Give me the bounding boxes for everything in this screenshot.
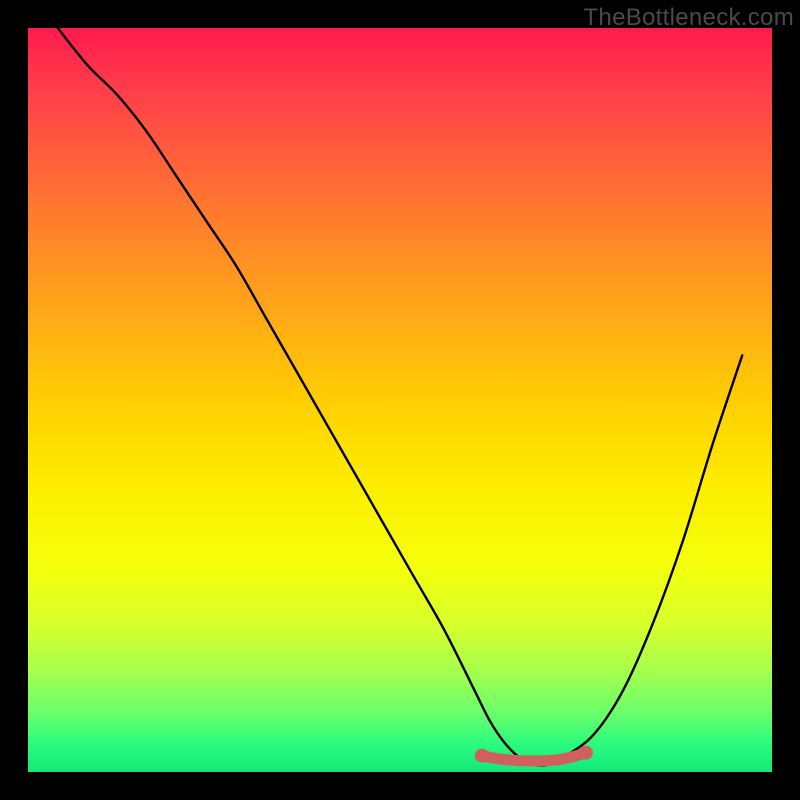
- highlight-segment: [482, 753, 586, 761]
- highlight-endpoint-right: [579, 746, 593, 760]
- chart-frame: TheBottleneck.com: [0, 0, 800, 800]
- plot-area: [28, 28, 772, 772]
- highlight-endpoint-left: [475, 749, 489, 763]
- watermark-label: TheBottleneck.com: [583, 4, 794, 32]
- bottleneck-curve: [58, 28, 742, 765]
- chart-svg: [28, 28, 772, 772]
